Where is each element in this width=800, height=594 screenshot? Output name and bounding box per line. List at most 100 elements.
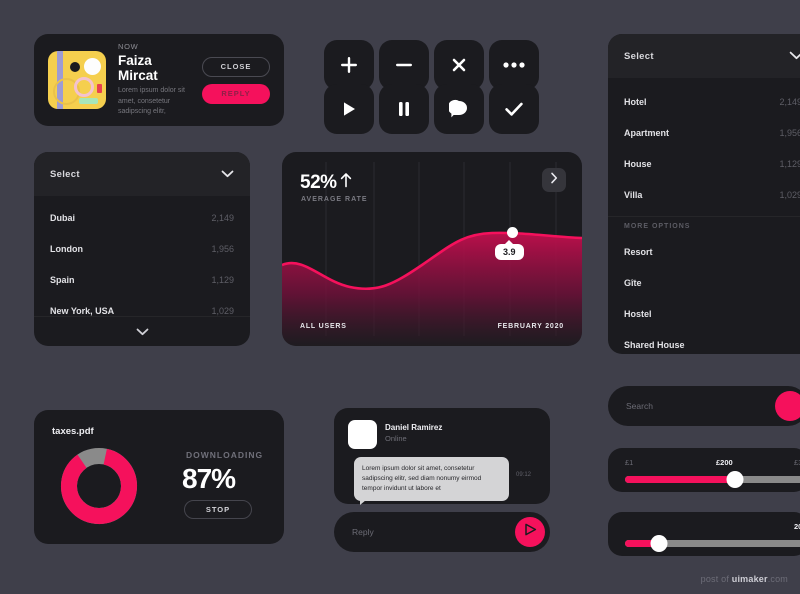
- notification-card: NOW Faiza Mircat Lorem ipsum dolor sit a…: [34, 34, 284, 126]
- chevron-down-icon: [136, 323, 149, 341]
- list-item-value: 1,956: [211, 243, 234, 254]
- notification-actions: CLOSE REPLY: [202, 56, 270, 104]
- ellipsis-icon: [502, 61, 526, 69]
- list-item[interactable]: Hotel 2,149: [608, 86, 800, 117]
- chat-message-bubble: Lorem ipsum dolor sit amet, consetetur s…: [354, 457, 509, 506]
- list-item-label: Apartment: [624, 127, 670, 138]
- reply-input-bar[interactable]: Reply: [334, 512, 550, 552]
- list-item[interactable]: Gîte: [608, 267, 800, 298]
- list-item-label: House: [624, 158, 652, 169]
- list-item[interactable]: Apartment 1,956: [608, 117, 800, 148]
- download-status: DOWNLOADING: [186, 450, 264, 460]
- avatar-placeholder-icon: [348, 420, 377, 449]
- close-button-grid[interactable]: [434, 40, 484, 90]
- list-item-value: 1,029: [779, 189, 800, 200]
- send-icon: [523, 522, 538, 542]
- ui-kit-canvas: NOW Faiza Mircat Lorem ipsum dolor sit a…: [0, 0, 800, 594]
- list-item-label: Shared House: [624, 339, 685, 350]
- list-item-value: 1,029: [211, 305, 234, 316]
- check-button[interactable]: [489, 84, 539, 134]
- chat-card: Daniel Ramirez Online Lorem ipsum dolor …: [334, 408, 550, 506]
- download-progress-ring: [61, 448, 137, 524]
- play-button[interactable]: [324, 84, 374, 134]
- price-current-label: £200: [716, 458, 733, 467]
- search-input-placeholder: Search: [626, 401, 653, 411]
- list-item-label: Dubai: [50, 212, 76, 223]
- notification-title: Faiza Mircat: [118, 53, 158, 84]
- select-expand-button[interactable]: [34, 316, 250, 346]
- pause-button[interactable]: [379, 84, 429, 134]
- list-item-label: Hotel: [624, 96, 647, 107]
- chart-percent: 52%: [300, 172, 352, 194]
- plus-button[interactable]: [324, 40, 374, 90]
- list-item[interactable]: Villa 1,029: [608, 179, 800, 210]
- list-item-label: Villa: [624, 189, 643, 200]
- chart-footer-left: ALL USERS: [300, 323, 347, 330]
- avatar-accent-green: [79, 98, 98, 104]
- notification-eyebrow: NOW: [118, 42, 139, 52]
- select-header-label: Select: [624, 50, 654, 62]
- list-item[interactable]: London 1,956: [34, 233, 250, 264]
- chevron-down-icon: [221, 165, 234, 183]
- chart-footer-right: FEBRUARY 2020: [497, 323, 564, 330]
- avatar-dot-white: [84, 58, 101, 75]
- price-max-label: £300: [794, 458, 800, 467]
- watermark-prefix: post of: [700, 574, 732, 584]
- percent-slider-knob[interactable]: [650, 535, 668, 552]
- send-button[interactable]: [515, 517, 545, 547]
- list-item-label: New York, USA: [50, 305, 115, 316]
- percent-slider-track[interactable]: [625, 535, 800, 552]
- camera-avatar-icon: [48, 51, 106, 109]
- stop-button[interactable]: STOP: [184, 500, 252, 519]
- search-bar[interactable]: Search: [608, 386, 800, 426]
- chart-subtitle: AVERAGE RATE: [301, 196, 368, 203]
- reply-button[interactable]: REPLY: [202, 83, 270, 104]
- list-item-label: Hostel: [624, 308, 652, 319]
- list-item-value: 2,149: [779, 96, 800, 107]
- list-item[interactable]: Shared House: [608, 329, 800, 360]
- price-slider-track[interactable]: [625, 471, 800, 488]
- more-button[interactable]: [489, 40, 539, 90]
- chat-icon: [449, 99, 469, 119]
- chart-card: 52% AVERAGE RATE 3.9 ALL USERS FEBRUARY …: [282, 152, 582, 346]
- play-icon: [341, 100, 357, 118]
- percent-slider: 20%: [608, 512, 800, 556]
- list-item-label: Spain: [50, 274, 75, 285]
- chat-button[interactable]: [434, 84, 484, 134]
- price-slider-knob[interactable]: [726, 471, 744, 488]
- select-dropdown-left: Select Dubai 2,149 London 1,956 Spain 1,…: [34, 152, 250, 346]
- select-section-label: MORE OPTIONS: [624, 223, 691, 230]
- chat-sender-name: Daniel Ramirez: [385, 423, 443, 432]
- close-button[interactable]: CLOSE: [202, 56, 270, 77]
- list-item[interactable]: House 1,129: [608, 148, 800, 179]
- select-left-rows: Dubai 2,149 London 1,956 Spain 1,129 New…: [34, 196, 250, 326]
- list-item[interactable]: Hostel: [608, 298, 800, 329]
- search-button[interactable]: [775, 391, 800, 421]
- price-range-slider: £1 £200 £300: [608, 448, 800, 492]
- chevron-right-icon: [550, 171, 558, 189]
- percent-slider-labels: 20%: [608, 522, 800, 534]
- list-item-value: 1,129: [779, 158, 800, 169]
- price-slider-labels: £1 £200 £300: [608, 458, 800, 470]
- reply-input-placeholder: Reply: [352, 527, 374, 537]
- list-item[interactable]: Dubai 2,149: [34, 202, 250, 233]
- download-file-name: taxes.pdf: [52, 426, 94, 437]
- select-header[interactable]: Select: [34, 152, 250, 196]
- list-item[interactable]: Spain 1,129: [34, 264, 250, 295]
- avatar-ring-pink: [74, 77, 94, 97]
- watermark: post of uimaker.com: [701, 574, 788, 584]
- select-header[interactable]: Select: [608, 34, 800, 78]
- list-item-label: London: [50, 243, 83, 254]
- list-item[interactable]: Resort: [608, 236, 800, 267]
- minus-button[interactable]: [379, 40, 429, 90]
- notification-description: Lorem ipsum dolor sit amet, consetetur s…: [118, 87, 185, 116]
- chevron-down-icon: [789, 47, 800, 65]
- notification-text: NOW Faiza Mircat Lorem ipsum dolor sit a…: [118, 42, 190, 118]
- watermark-brand: uimaker: [731, 574, 768, 584]
- divider: [608, 216, 800, 217]
- list-item-label: Resort: [624, 246, 653, 257]
- chart-next-button[interactable]: [542, 168, 566, 192]
- list-item-label: Gîte: [624, 277, 642, 288]
- check-icon: [504, 101, 524, 117]
- price-min-label: £1: [625, 458, 634, 467]
